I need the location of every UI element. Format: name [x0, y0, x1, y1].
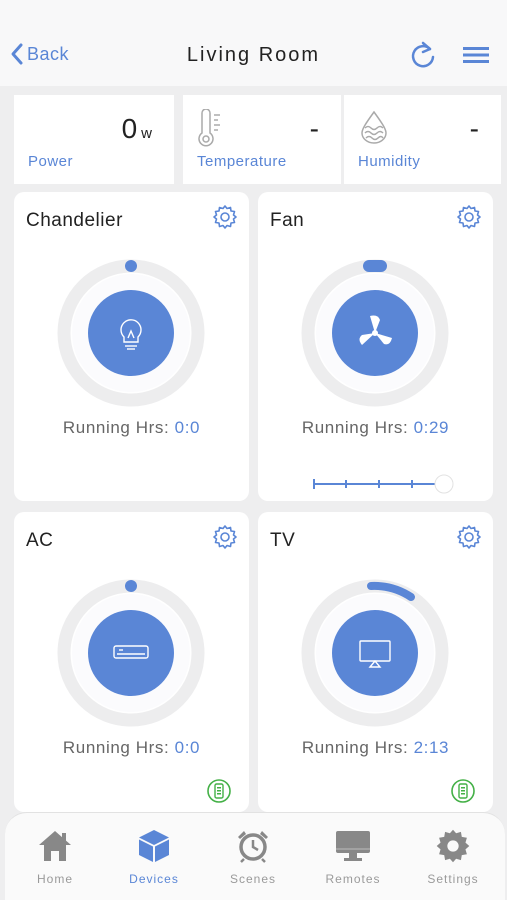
device-name: AC	[26, 530, 54, 551]
device-name: TV	[270, 530, 296, 551]
power-button[interactable]	[88, 290, 174, 376]
header: Back Living Room	[0, 0, 507, 86]
temperature-label: Temperature	[197, 153, 287, 170]
tab-remotes[interactable]: Remotes	[303, 829, 403, 886]
tab-home[interactable]: Home	[5, 829, 105, 886]
home-icon	[39, 831, 71, 861]
device-name: Fan	[270, 210, 305, 231]
menu-icon[interactable]	[463, 45, 489, 65]
power-label: Power	[28, 153, 74, 170]
power-button[interactable]	[332, 610, 418, 696]
level-indicator[interactable]	[125, 260, 137, 272]
gear-icon[interactable]	[213, 525, 237, 549]
monitor-icon	[336, 831, 370, 861]
tab-settings[interactable]: Settings	[403, 829, 503, 886]
slider-thumb[interactable]	[434, 474, 454, 494]
power-value: 0w	[121, 113, 152, 144]
running-hours: Running Hrs: 2:13	[301, 738, 450, 757]
alarm-clock-icon	[238, 831, 268, 863]
running-hours: Running Hrs: 0:29	[301, 418, 450, 437]
remote-icon[interactable]	[451, 779, 475, 803]
power-button[interactable]	[88, 610, 174, 696]
device-name: Chandelier	[26, 210, 123, 231]
gear-icon[interactable]	[213, 205, 237, 229]
device-card-chandelier[interactable]: Chandelier Running Hrs: 0:0	[14, 192, 249, 501]
device-card-fan[interactable]: Fan Running Hrs: 0:29	[258, 192, 493, 501]
tab-bar: Home Devices Scenes Remotes Settings	[5, 812, 505, 900]
power-dial[interactable]	[300, 258, 450, 408]
running-hours: Running Hrs: 0:0	[62, 418, 201, 437]
tab-scenes[interactable]: Scenes	[203, 829, 303, 886]
power-dial[interactable]	[300, 578, 450, 728]
gear-icon[interactable]	[457, 205, 481, 229]
humidity-value: -	[469, 113, 479, 144]
remote-icon[interactable]	[207, 779, 231, 803]
gear-icon[interactable]	[457, 525, 481, 549]
power-dial[interactable]	[56, 578, 206, 728]
tab-devices[interactable]: Devices	[104, 829, 204, 886]
humidity-icon	[361, 110, 387, 144]
refresh-icon[interactable]	[408, 40, 438, 70]
temperature-stat: - Temperature	[183, 95, 341, 184]
running-hours: Running Hrs: 0:0	[62, 738, 201, 757]
cube-icon	[139, 830, 169, 862]
fan-speed-slider[interactable]	[313, 472, 458, 496]
power-dial[interactable]	[56, 258, 206, 408]
device-card-tv[interactable]: TV Running Hrs: 2:13	[258, 512, 493, 812]
power-stat: 0w Power	[14, 95, 174, 184]
thermometer-icon	[198, 109, 220, 147]
humidity-label: Humidity	[358, 153, 421, 170]
device-card-ac[interactable]: AC Running Hrs: 0:0	[14, 512, 249, 812]
level-indicator[interactable]	[125, 580, 137, 592]
temperature-value: -	[309, 113, 319, 144]
humidity-stat: - Humidity	[344, 95, 501, 184]
gear-icon	[436, 829, 470, 863]
